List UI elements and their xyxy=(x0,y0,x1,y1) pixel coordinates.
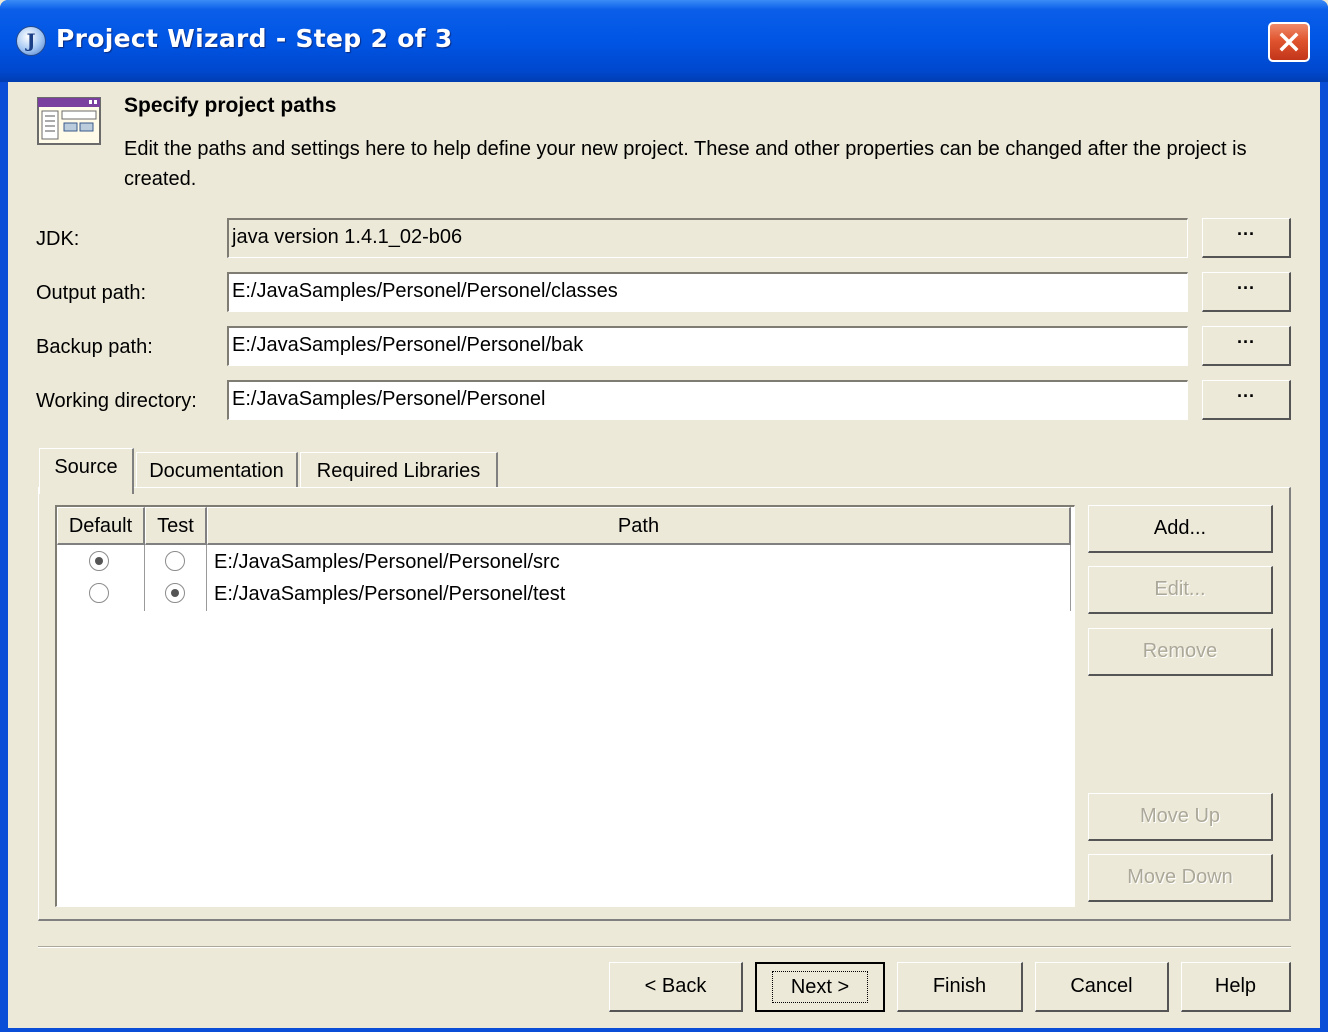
edit-button[interactable]: Edit... xyxy=(1088,566,1273,614)
back-button[interactable]: < Back xyxy=(609,962,743,1012)
table-row[interactable]: E:/JavaSamples/Personel/Personel/test xyxy=(57,579,1071,611)
default-radio-row-1[interactable] xyxy=(89,551,109,571)
move-down-button[interactable]: Move Down xyxy=(1088,854,1273,902)
next-button-label: Next > xyxy=(771,971,869,1003)
output-path-label: Output path: xyxy=(36,282,147,304)
jdk-field[interactable]: java version 1.4.1_02-b06 xyxy=(227,218,1188,258)
tab-required-libraries[interactable]: Required Libraries xyxy=(300,452,498,492)
jbuilder-app-icon: J xyxy=(16,26,46,56)
move-up-button[interactable]: Move Up xyxy=(1088,793,1273,841)
backup-path-field[interactable]: E:/JavaSamples/Personel/Personel/bak xyxy=(227,326,1188,366)
column-header-default[interactable]: Default xyxy=(57,507,145,545)
column-header-test[interactable]: Test xyxy=(145,507,207,545)
tab-source[interactable]: Source xyxy=(39,448,134,494)
column-header-path[interactable]: Path xyxy=(207,507,1071,545)
table-row[interactable]: E:/JavaSamples/Personel/Personel/src xyxy=(57,547,1071,579)
backup-path-label: Backup path: xyxy=(36,336,153,358)
working-directory-field[interactable]: E:/JavaSamples/Personel/Personel xyxy=(227,380,1188,420)
working-directory-browse-button[interactable]: ··· xyxy=(1202,380,1291,420)
header-title: Specify project paths xyxy=(124,94,337,117)
dialog-body: Specify project paths Edit the paths and… xyxy=(8,82,1320,1028)
jdk-browse-button[interactable]: ··· xyxy=(1202,218,1291,258)
wizard-window-icon xyxy=(37,97,101,145)
test-radio-row-1[interactable] xyxy=(165,551,185,571)
output-path-browse-button[interactable]: ··· xyxy=(1202,272,1291,312)
tab-documentation[interactable]: Documentation xyxy=(136,452,298,492)
source-paths-table[interactable]: Default Test Path E:/JavaSamples/Persone… xyxy=(55,505,1075,907)
next-button[interactable]: Next > xyxy=(755,962,885,1012)
working-directory-label: Working directory: xyxy=(36,390,197,412)
finish-button[interactable]: Finish xyxy=(897,962,1023,1012)
jdk-label: JDK: xyxy=(36,228,80,250)
default-radio-row-2[interactable] xyxy=(89,583,109,603)
add-button[interactable]: Add... xyxy=(1088,505,1273,553)
backup-path-browse-button[interactable]: ··· xyxy=(1202,326,1291,366)
path-cell: E:/JavaSamples/Personel/Personel/test xyxy=(214,583,566,605)
test-radio-row-2[interactable] xyxy=(165,583,185,603)
close-icon xyxy=(1279,32,1299,52)
cancel-button[interactable]: Cancel xyxy=(1035,962,1169,1012)
title-bar[interactable]: J Project Wizard - Step 2 of 3 xyxy=(0,0,1328,82)
footer-separator xyxy=(38,946,1291,948)
help-button[interactable]: Help xyxy=(1181,962,1291,1012)
header-description: Edit the paths and settings here to help… xyxy=(124,138,1247,190)
output-path-field[interactable]: E:/JavaSamples/Personel/Personel/classes xyxy=(227,272,1188,312)
window-title: Project Wizard - Step 2 of 3 xyxy=(56,24,453,53)
path-cell: E:/JavaSamples/Personel/Personel/src xyxy=(214,551,560,573)
close-button[interactable] xyxy=(1268,22,1310,62)
remove-button[interactable]: Remove xyxy=(1088,628,1273,676)
project-wizard-window: J Project Wizard - Step 2 of 3 Specify p… xyxy=(0,0,1328,1032)
